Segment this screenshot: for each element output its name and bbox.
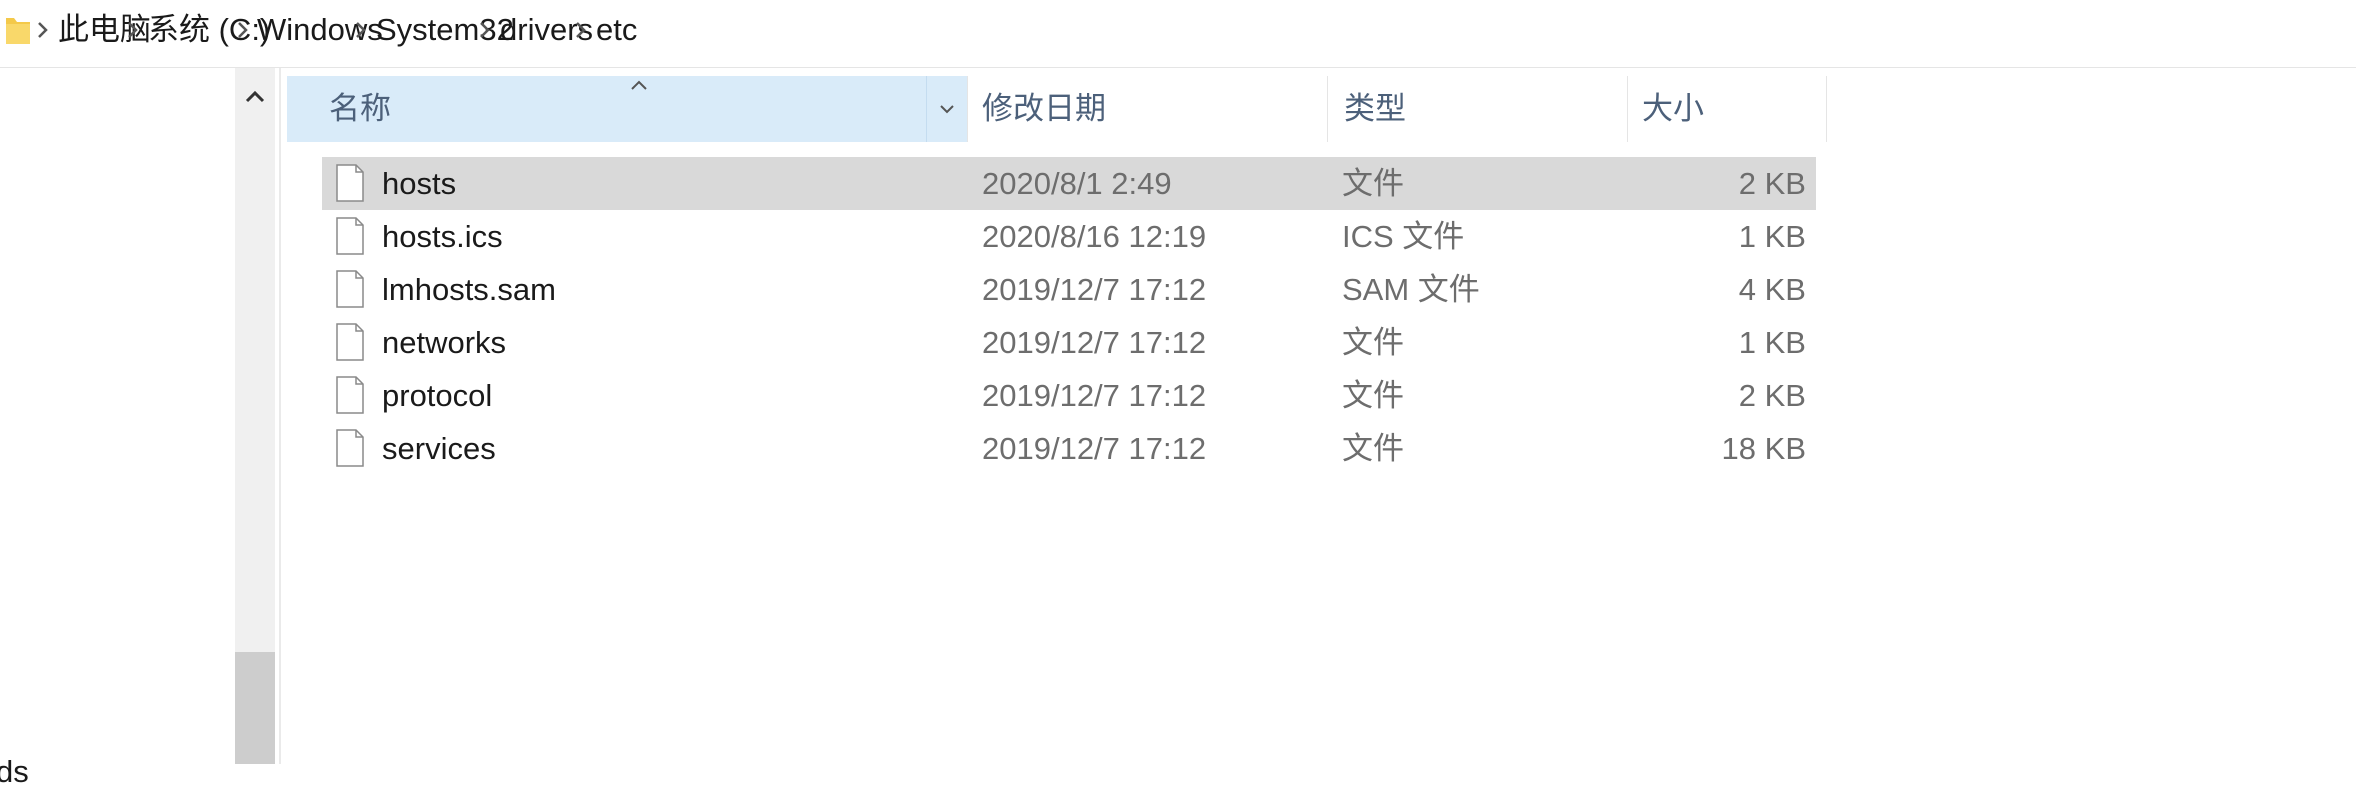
column-header-name[interactable]: 名称 <box>287 76 967 142</box>
scrollbar-thumb[interactable] <box>235 652 275 764</box>
column-header-type[interactable]: 类型 <box>1327 76 1627 142</box>
file-date: 2019/12/7 17:12 <box>982 325 1207 360</box>
file-icon <box>336 323 364 361</box>
file-type: 文件 <box>1342 431 1404 466</box>
file-type: 文件 <box>1342 325 1404 360</box>
nav-item-label[interactable]: ds <box>0 754 29 790</box>
file-date: 2020/8/16 12:19 <box>982 219 1207 254</box>
file-date: 2019/12/7 17:12 <box>982 431 1207 466</box>
breadcrumb-item-etc[interactable]: etc <box>596 8 637 52</box>
column-header-size[interactable]: 大小 <box>1627 76 1827 142</box>
file-icon <box>336 376 364 414</box>
file-row[interactable]: services 2019/12/7 17:12 文件 18 KB <box>322 422 1816 475</box>
file-type: ICS 文件 <box>1342 219 1465 254</box>
file-size: 2 KB <box>1738 378 1806 413</box>
file-name: lmhosts.sam <box>382 272 556 307</box>
file-date: 2019/12/7 17:12 <box>982 378 1207 413</box>
navigation-pane[interactable]: ds <box>0 68 235 789</box>
file-size: 18 KB <box>1721 431 1806 466</box>
chevron-right-icon[interactable] <box>574 18 588 42</box>
chevron-right-icon[interactable] <box>36 18 50 42</box>
file-icon <box>336 164 364 202</box>
file-date: 2019/12/7 17:12 <box>982 272 1207 307</box>
file-row[interactable]: protocol 2019/12/7 17:12 文件 2 KB <box>322 369 1816 422</box>
file-size: 4 KB <box>1738 272 1806 307</box>
breadcrumb-item-c-drive[interactable]: 系统 (C:) <box>148 8 270 52</box>
file-type: SAM 文件 <box>1342 272 1480 307</box>
chevron-right-icon[interactable] <box>354 18 368 42</box>
file-name: services <box>382 431 496 466</box>
file-size: 1 KB <box>1738 325 1806 360</box>
file-size: 1 KB <box>1738 219 1806 254</box>
address-bar[interactable]: 此电脑 系统 (C:) Windows System32 drivers etc <box>0 0 2356 68</box>
file-icon <box>336 429 364 467</box>
chevron-right-icon[interactable] <box>478 18 492 42</box>
file-row[interactable]: hosts 2020/8/1 2:49 文件 2 KB <box>322 157 1816 210</box>
sort-ascending-icon <box>631 80 647 90</box>
file-name: hosts <box>382 166 457 201</box>
nav-scrollbar[interactable] <box>235 68 275 764</box>
file-row[interactable]: lmhosts.sam 2019/12/7 17:12 SAM 文件 4 KB <box>322 263 1816 316</box>
scroll-up-icon[interactable] <box>235 80 275 114</box>
file-row[interactable]: networks 2019/12/7 17:12 文件 1 KB <box>322 316 1816 369</box>
column-header-date[interactable]: 修改日期 <box>967 76 1327 142</box>
chevron-right-icon[interactable] <box>126 18 140 42</box>
file-size: 2 KB <box>1738 166 1806 201</box>
file-name: networks <box>382 325 507 360</box>
chevron-down-icon <box>940 105 954 114</box>
file-name: protocol <box>382 378 493 413</box>
breadcrumb-item-system32[interactable]: System32 <box>376 8 514 52</box>
file-date: 2020/8/1 2:49 <box>982 166 1172 201</box>
file-row[interactable]: hosts.ics 2020/8/16 12:19 ICS 文件 1 KB <box>322 210 1816 263</box>
folder-icon <box>6 18 30 44</box>
file-name: hosts.ics <box>382 219 503 254</box>
file-icon <box>336 270 364 308</box>
chevron-right-icon[interactable] <box>236 18 250 42</box>
file-type: 文件 <box>1342 166 1404 201</box>
pane-divider[interactable] <box>279 68 281 764</box>
file-type: 文件 <box>1342 378 1404 413</box>
column-filter-dropdown[interactable] <box>926 76 967 142</box>
file-icon <box>336 217 364 255</box>
